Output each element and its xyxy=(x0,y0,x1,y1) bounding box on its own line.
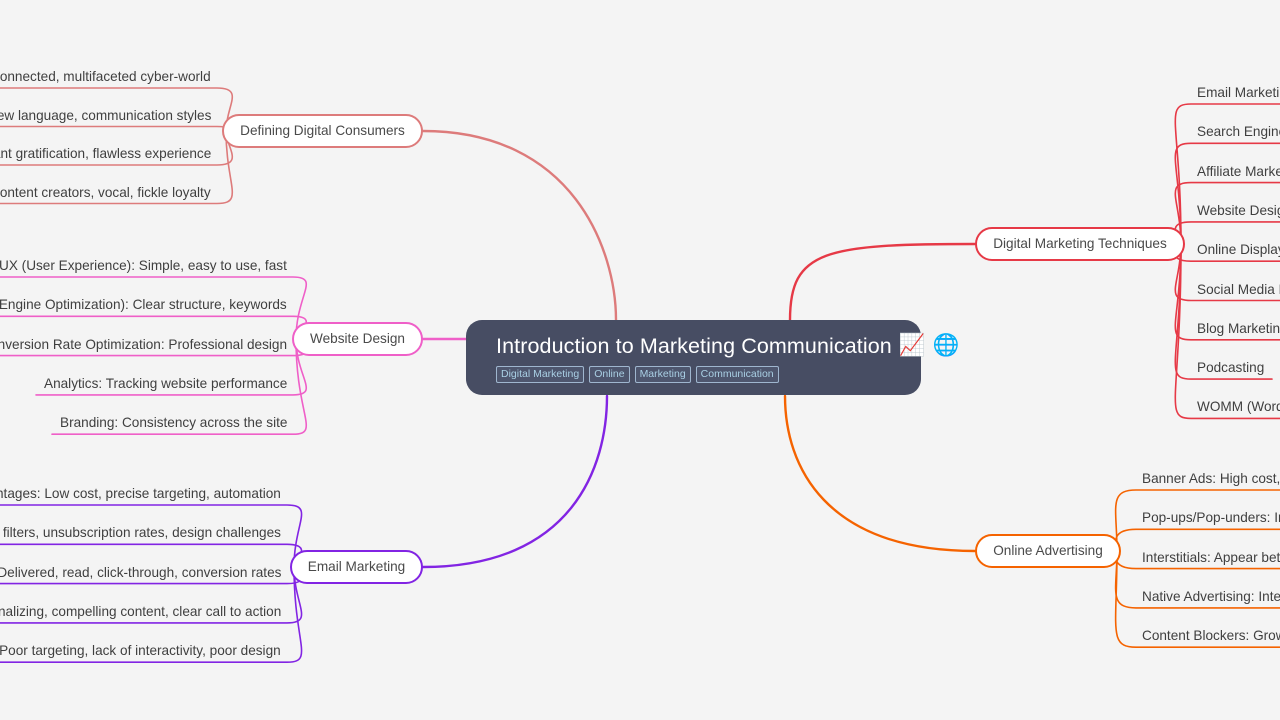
leaf-node[interactable]: Branding: Consistency across the site xyxy=(60,413,287,432)
leaf-node[interactable]: SEO (Search Engine Optimization): Clear … xyxy=(0,295,287,314)
mindmap-edge xyxy=(788,242,977,322)
branch-label: Email Marketing xyxy=(307,559,406,575)
mindmap-edge xyxy=(421,394,609,569)
leaf-node[interactable]: Native Advertising: Integrated with cont… xyxy=(1142,587,1280,606)
root-node[interactable]: Introduction to Marketing Communication … xyxy=(466,320,960,395)
branch-label: Online Advertising xyxy=(993,543,1103,559)
leaf-node[interactable]: Online Display Advertising xyxy=(1197,240,1280,259)
leaf-node[interactable]: Metrics: Delivered, read, click-through,… xyxy=(0,563,281,582)
root-tag[interactable]: Marketing xyxy=(634,366,691,383)
root-title-text: Introduction to Marketing Communication xyxy=(496,334,892,358)
branch-label: Digital Marketing Techniques xyxy=(993,236,1167,252)
leaf-node[interactable]: New language, communication styles xyxy=(0,106,211,125)
leaf-node[interactable]: Content Blockers: Growing use, ad avoida… xyxy=(1142,626,1280,645)
root-tag[interactable]: Online xyxy=(589,366,630,383)
leaf-node[interactable]: WOMM (Word of Mouth Marketing) xyxy=(1197,397,1280,416)
leaf-node[interactable]: Affiliate Marketing xyxy=(1197,162,1280,181)
mindmap-edge xyxy=(1174,142,1280,245)
leaf-node[interactable]: Pop-ups/Pop-unders: Intrusive, often blo… xyxy=(1142,508,1280,527)
branch-node-online-advertising[interactable]: Online Advertising xyxy=(975,534,1121,568)
branch-node-email-marketing[interactable]: Email Marketing xyxy=(290,550,423,584)
leaf-node[interactable]: Podcasting xyxy=(1197,358,1264,377)
leaf-node[interactable]: Best Practices: Personalizing, compellin… xyxy=(0,602,281,621)
leaf-node[interactable]: Social Media Marketing xyxy=(1197,280,1280,299)
mindmap-edge xyxy=(783,394,977,553)
root-tag[interactable]: Communication xyxy=(695,366,779,383)
chart-increasing-icon: 📈 xyxy=(898,333,926,358)
mindmap-canvas: Introduction to Marketing Communication … xyxy=(0,0,1280,720)
leaf-node[interactable]: CRO - Conversion Rate Optimization: Prof… xyxy=(0,335,287,354)
leaf-node[interactable]: Challenges: Spam filters, unsubscription… xyxy=(0,523,281,542)
mindmap-edge xyxy=(0,125,234,137)
root-tag-list: Digital Marketing Online Marketing Commu… xyxy=(496,366,899,383)
branch-node-digital-marketing-techniques[interactable]: Digital Marketing Techniques xyxy=(975,227,1185,261)
branch-label: Website Design xyxy=(310,331,405,347)
leaf-node[interactable]: Search Engine Marketing xyxy=(1197,122,1280,141)
leaf-node[interactable]: Connected, multifaceted cyber-world xyxy=(0,67,211,86)
branch-label: Defining Digital Consumers xyxy=(240,123,405,139)
leaf-node[interactable]: Common Mistakes: Poor targeting, lack of… xyxy=(0,641,281,660)
leaf-node[interactable]: Analytics: Tracking website performance xyxy=(44,374,287,393)
leaf-node[interactable]: Website Design xyxy=(1197,201,1280,220)
root-tag[interactable]: Digital Marketing xyxy=(496,366,585,383)
globe-icon: 🌐 xyxy=(932,333,960,358)
mindmap-edge xyxy=(421,129,618,322)
leaf-node[interactable]: Blog Marketing xyxy=(1197,319,1280,338)
leaf-node[interactable]: Content creators, vocal, fickle loyalty xyxy=(0,183,211,202)
leaf-node[interactable]: Banner Ads: High cost, low click-through… xyxy=(1142,469,1280,488)
leaf-node[interactable]: UX (User Experience): Simple, easy to us… xyxy=(0,256,287,275)
branch-node-defining-digital-consumers[interactable]: Defining Digital Consumers xyxy=(222,114,423,148)
leaf-node[interactable]: Advantages: Low cost, precise targeting,… xyxy=(0,484,281,503)
leaf-node[interactable]: Instant gratification, flawless experien… xyxy=(0,144,211,163)
leaf-node[interactable]: Email Marketing xyxy=(1197,83,1280,102)
root-title: Introduction to Marketing Communication … xyxy=(496,333,960,359)
leaf-node[interactable]: Interstitials: Appear between page loads xyxy=(1142,548,1280,567)
branch-node-website-design[interactable]: Website Design xyxy=(292,322,423,356)
